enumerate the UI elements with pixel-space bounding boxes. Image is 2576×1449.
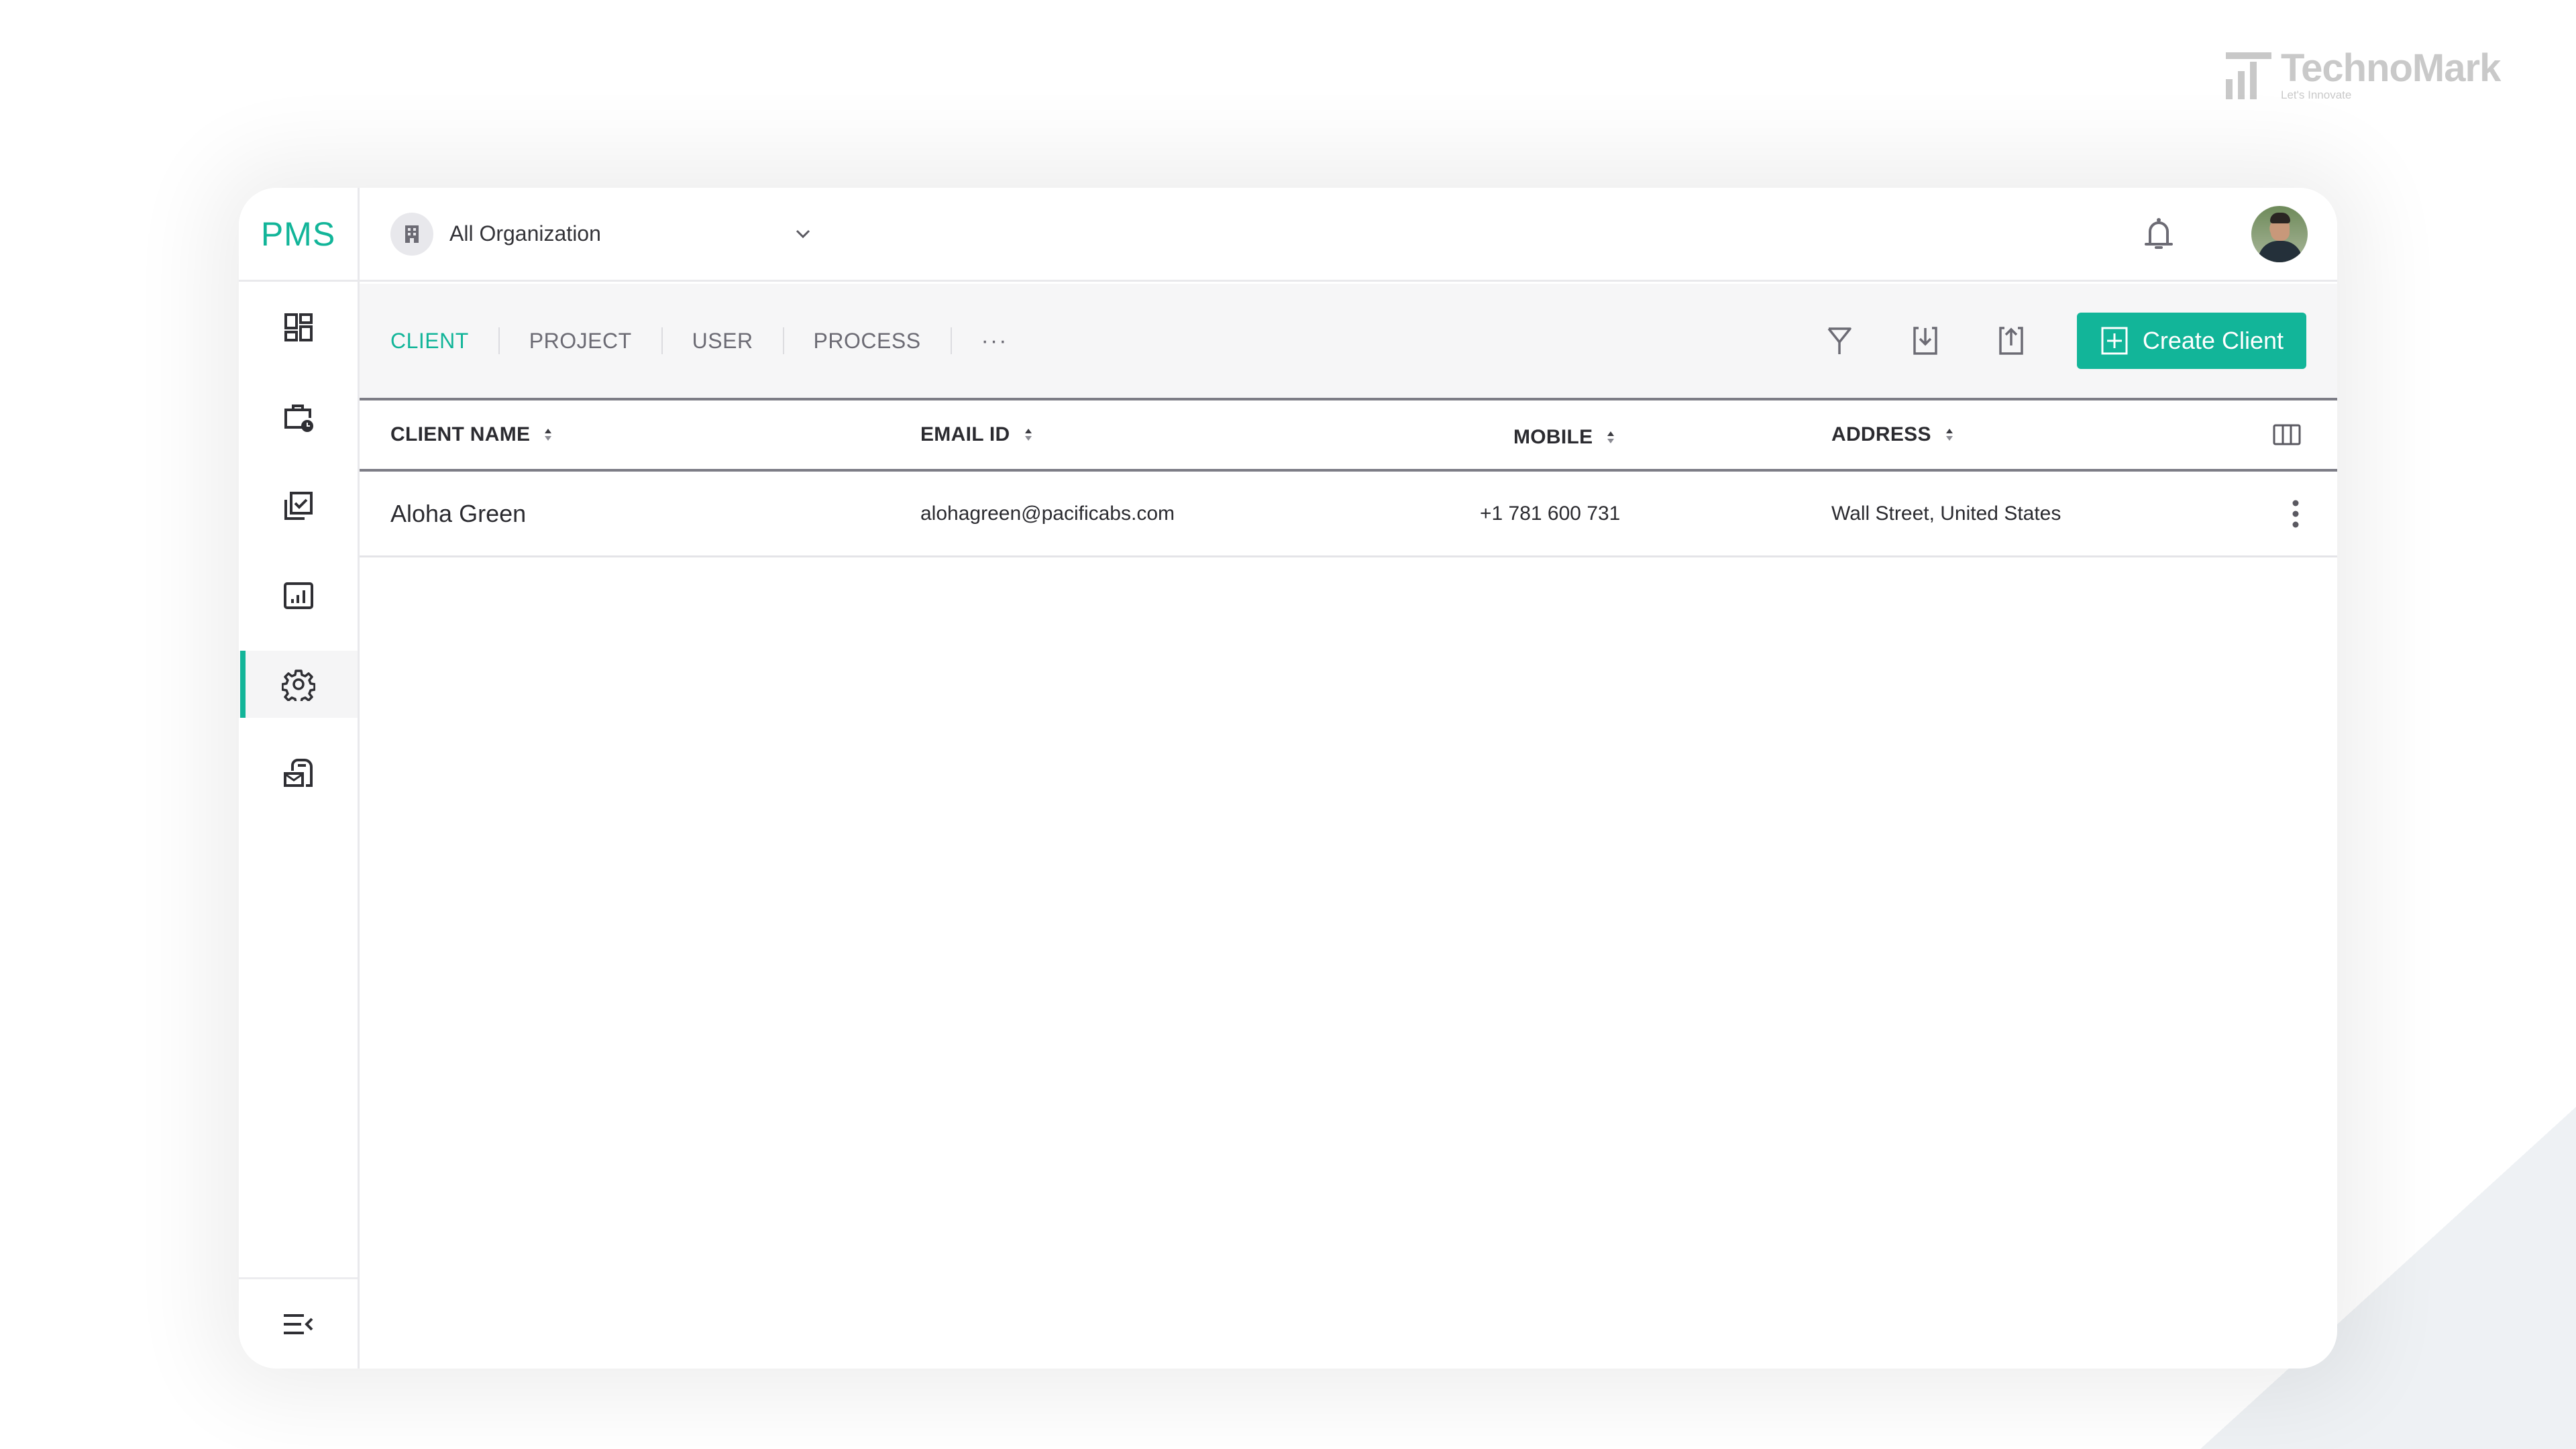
column-header-address[interactable]: ADDRESS: [1831, 400, 1954, 469]
cell-address: Wall Street, United States: [1831, 502, 2061, 525]
main-content: CLIENT PROJECT USER PROCESS ··· Create C…: [360, 284, 2337, 1368]
tasks-check-icon: [284, 492, 313, 520]
sort-icon: [1607, 431, 1615, 443]
sidebar-item-projects[interactable]: [239, 384, 358, 451]
tab-process[interactable]: PROCESS: [814, 329, 921, 354]
tab-bar: CLIENT PROJECT USER PROCESS ···: [390, 327, 1008, 354]
sidebar-item-dashboard[interactable]: [239, 294, 358, 361]
clients-table: CLIENT NAME EMAIL ID MOBILE ADDRESS Aloh…: [360, 400, 2337, 557]
sidebar-item-tasks[interactable]: [239, 472, 358, 539]
tab-project[interactable]: PROJECT: [529, 329, 632, 354]
plus-square-icon: [2101, 327, 2128, 355]
brand-name: TechnoMark: [2281, 46, 2501, 90]
tab-divider: [950, 327, 952, 354]
briefcase-clock-icon: [284, 405, 313, 432]
column-label: ADDRESS: [1831, 423, 1931, 445]
chevron-down-icon: [796, 229, 810, 238]
sidebar-item-mailbox[interactable]: [239, 741, 358, 808]
cell-mobile: +1 781 600 731: [1480, 502, 1621, 525]
upload-icon: [1999, 327, 2023, 355]
create-client-label: Create Client: [2142, 327, 2284, 354]
download-button[interactable]: [1905, 321, 1945, 361]
tab-user[interactable]: USER: [692, 329, 753, 354]
sidebar: [239, 282, 360, 1368]
settings-gear-icon: [281, 669, 315, 701]
sidebar-item-reports[interactable]: [239, 562, 358, 629]
tab-client[interactable]: CLIENT: [390, 329, 469, 354]
toolbar: CLIENT PROJECT USER PROCESS ··· Create C…: [360, 284, 2337, 400]
more-vertical-icon: [2292, 500, 2299, 527]
organization-select[interactable]: All Organization: [390, 212, 813, 256]
tab-divider: [661, 327, 663, 354]
table-row[interactable]: Aloha Green alohagreen@pacificabs.com +1…: [360, 472, 2337, 557]
top-bar: PMS All Organization: [239, 188, 2337, 282]
column-header-client-name[interactable]: CLIENT NAME: [390, 400, 553, 469]
dashboard-icon: [284, 313, 313, 341]
organization-select-value: All Organization: [449, 221, 601, 246]
upload-button[interactable]: [1991, 321, 2031, 361]
column-label: MOBILE: [1513, 426, 1593, 448]
table-header: CLIENT NAME EMAIL ID MOBILE ADDRESS: [360, 400, 2337, 472]
brand-tagline: Let's Innovate: [2281, 89, 2352, 101]
brand-mark-icon: [2226, 52, 2271, 99]
more-tabs-button[interactable]: ···: [981, 328, 1008, 354]
create-client-button[interactable]: Create Client: [2076, 313, 2306, 369]
user-avatar[interactable]: [2251, 205, 2308, 262]
sort-icon: [1945, 429, 1953, 441]
row-actions-button[interactable]: [2292, 472, 2300, 555]
app-window: PMS All Organization CLIENT PROJECT USER…: [239, 188, 2337, 1368]
app-logo[interactable]: PMS: [261, 215, 335, 254]
sort-icon: [545, 429, 552, 441]
filter-button[interactable]: [1819, 321, 1860, 361]
column-settings-button[interactable]: [2273, 400, 2301, 469]
cell-client-name: Aloha Green: [390, 499, 527, 527]
cell-email: alohagreen@pacificabs.com: [920, 502, 1175, 525]
collapse-menu-icon: [283, 1313, 313, 1334]
column-header-email[interactable]: EMAIL ID: [920, 400, 1033, 469]
filter-icon: [1827, 327, 1851, 354]
sort-icon: [1024, 429, 1032, 441]
logo-cell: PMS: [239, 188, 360, 281]
column-header-mobile[interactable]: MOBILE: [1513, 403, 1615, 472]
tab-divider: [498, 327, 500, 354]
column-label: EMAIL ID: [920, 423, 1010, 445]
columns-icon: [2273, 424, 2301, 445]
download-icon: [1913, 327, 1937, 355]
tab-divider: [782, 327, 784, 354]
mailbox-icon: [283, 759, 313, 787]
bell-icon[interactable]: [2139, 214, 2179, 254]
sidebar-item-settings[interactable]: [239, 651, 358, 718]
reports-chart-icon: [283, 582, 313, 609]
brand-logo: TechnoMark Let's Innovate: [2226, 46, 2501, 102]
sidebar-collapse-button[interactable]: [239, 1277, 358, 1368]
building-icon: [390, 212, 433, 256]
column-label: CLIENT NAME: [390, 423, 531, 445]
